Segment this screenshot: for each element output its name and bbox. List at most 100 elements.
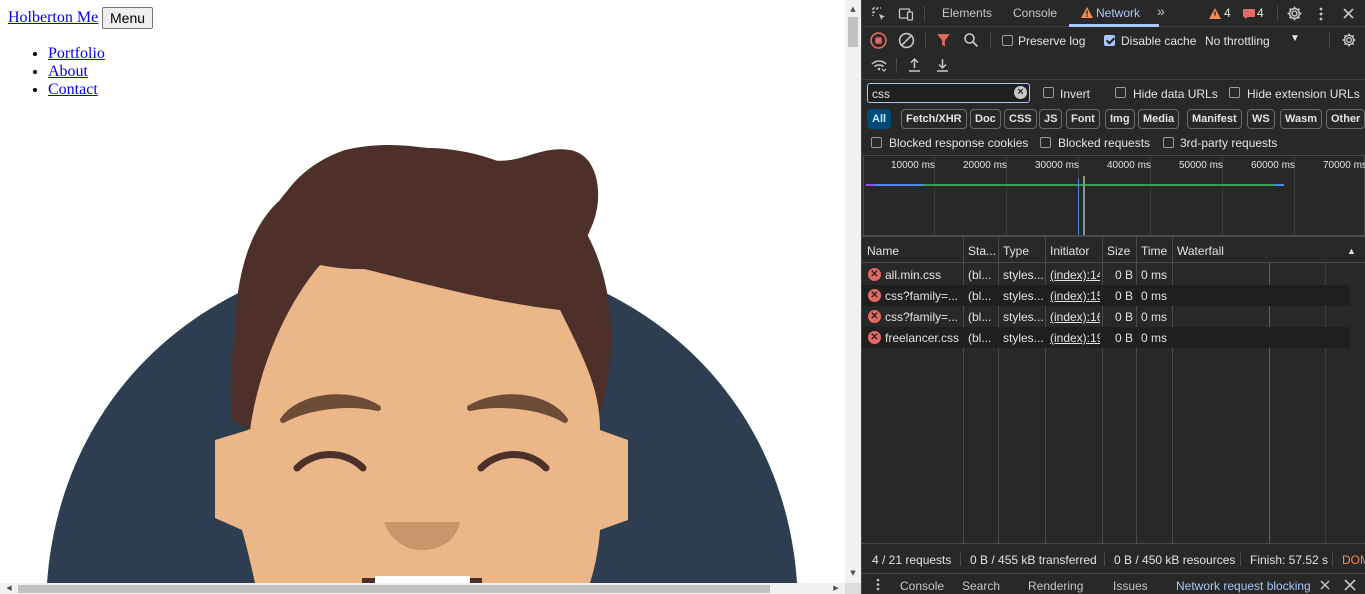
request-status: (bl...: [968, 310, 992, 324]
filter-chip-all[interactable]: All: [867, 109, 892, 129]
blocked-requests-checkbox[interactable]: [1040, 137, 1051, 148]
site-title-link[interactable]: Holberton Me: [8, 9, 98, 27]
network-overview-timeline[interactable]: 10000 ms 20000 ms 30000 ms 40000 ms 5000…: [863, 155, 1365, 236]
nav-link-contact[interactable]: Contact: [48, 81, 98, 98]
error-count: 4: [1257, 6, 1264, 20]
filter-chip-font[interactable]: Font: [1066, 109, 1100, 129]
column-initiator[interactable]: Initiator: [1050, 244, 1089, 258]
filter-chip-other[interactable]: Other: [1326, 109, 1365, 129]
column-status[interactable]: Sta...: [968, 244, 996, 258]
throttling-select[interactable]: No throttling: [1205, 34, 1270, 48]
third-party-requests-checkbox[interactable]: [1163, 137, 1174, 148]
request-initiator-link[interactable]: (index):14: [1050, 268, 1100, 282]
table-row[interactable]: ✕ css?family=... (bl... styles... (index…: [862, 306, 1350, 327]
warning-count-icon[interactable]: [1209, 8, 1221, 19]
network-settings-icon[interactable]: [1341, 32, 1357, 48]
avatar-illustration: [47, 144, 797, 583]
filter-chip-manifest[interactable]: Manifest: [1187, 109, 1242, 129]
request-type: styles...: [1003, 331, 1043, 345]
vertical-scroll-thumb[interactable]: [848, 17, 858, 47]
filter-chip-media[interactable]: Media: [1138, 109, 1180, 129]
active-tab-indicator: [1069, 24, 1159, 27]
nav-link-portfolio[interactable]: Portfolio: [48, 45, 105, 62]
nav-list: Portfolio About Contact: [48, 45, 105, 99]
more-options-icon[interactable]: [1317, 6, 1325, 22]
page-horizontal-scrollbar[interactable]: ◀ ▶: [0, 583, 845, 594]
settings-gear-icon[interactable]: [1286, 5, 1303, 22]
request-error-icon: ✕: [868, 310, 881, 323]
request-initiator-link[interactable]: (index):19: [1050, 331, 1100, 345]
toolbar-divider: [925, 33, 926, 48]
tab-elements[interactable]: Elements: [942, 6, 992, 20]
timeline-tick-label: 40000 ms: [1107, 160, 1151, 171]
drawer-tab-issues[interactable]: Issues: [1113, 579, 1148, 593]
preserve-log-checkbox[interactable]: [1002, 35, 1013, 46]
request-type: styles...: [1003, 289, 1043, 303]
scroll-left-arrow-icon[interactable]: ◀: [2, 583, 16, 594]
table-row[interactable]: ✕ freelancer.css (bl... styles... (index…: [862, 327, 1350, 348]
column-type[interactable]: Type: [1003, 244, 1029, 258]
more-tabs-chevron-icon[interactable]: »: [1157, 3, 1165, 19]
summary-divider: [1104, 552, 1105, 566]
close-drawer-tab-icon[interactable]: [1320, 580, 1330, 590]
menu-button[interactable]: Menu: [102, 7, 154, 29]
sort-ascending-icon[interactable]: ▲: [1347, 246, 1356, 256]
stop-recording-icon[interactable]: [870, 32, 887, 49]
request-initiator-link[interactable]: (index):15: [1050, 289, 1100, 303]
import-har-upload-icon[interactable]: [907, 57, 922, 73]
filter-chip-img[interactable]: Img: [1105, 109, 1135, 129]
close-devtools-icon[interactable]: [1342, 7, 1355, 20]
column-waterfall[interactable]: Waterfall: [1177, 244, 1224, 258]
nav-link-about[interactable]: About: [48, 63, 88, 80]
filter-funnel-icon[interactable]: [936, 33, 951, 48]
horizontal-scroll-thumb[interactable]: [18, 585, 770, 593]
filter-chip-ws[interactable]: WS: [1247, 109, 1275, 129]
filter-chip-wasm[interactable]: Wasm: [1280, 109, 1322, 129]
devtools-drawer-tabbar: Console Search Rendering Issues Network …: [862, 573, 1365, 594]
drawer-tab-search[interactable]: Search: [962, 579, 1000, 593]
column-size[interactable]: Size: [1107, 244, 1130, 258]
error-count-icon[interactable]: [1243, 9, 1255, 19]
table-row[interactable]: ✕ css?family=... (bl... styles... (index…: [862, 285, 1350, 306]
column-time[interactable]: Time: [1141, 244, 1167, 258]
filter-chip-js[interactable]: JS: [1039, 109, 1063, 129]
column-name[interactable]: Name: [867, 244, 899, 258]
blocked-response-cookies-checkbox[interactable]: [871, 137, 882, 148]
filter-chip-doc[interactable]: Doc: [970, 109, 1001, 129]
drawer-tab-console[interactable]: Console: [900, 579, 944, 593]
drawer-tab-network-request-blocking[interactable]: Network request blocking: [1176, 579, 1311, 593]
request-error-icon: ✕: [868, 331, 881, 344]
request-size: 0 B: [1115, 310, 1134, 324]
inspect-element-icon[interactable]: [871, 6, 887, 22]
hide-data-urls-checkbox[interactable]: [1115, 87, 1126, 98]
tab-network[interactable]: Network: [1081, 6, 1140, 20]
hide-extension-urls-checkbox[interactable]: [1229, 87, 1240, 98]
clear-log-icon[interactable]: [898, 32, 915, 49]
tab-console[interactable]: Console: [1013, 6, 1057, 20]
export-har-download-icon[interactable]: [935, 57, 950, 73]
scroll-right-arrow-icon[interactable]: ▶: [829, 583, 843, 594]
disable-cache-checkbox[interactable]: [1104, 35, 1115, 46]
filter-chip-css[interactable]: CSS: [1004, 109, 1037, 129]
network-conditions-wifi-icon[interactable]: [870, 58, 888, 74]
device-toolbar-icon[interactable]: [898, 6, 914, 22]
drawer-tab-rendering[interactable]: Rendering: [1028, 579, 1083, 593]
request-initiator-link[interactable]: (index):16: [1050, 310, 1100, 324]
dom-content-loaded-marker: [1078, 178, 1079, 235]
scroll-up-arrow-icon[interactable]: ▲: [845, 2, 861, 16]
timeline-tick-label: 30000 ms: [1035, 160, 1079, 171]
filter-chip-fetch-xhr[interactable]: Fetch/XHR: [901, 109, 967, 129]
request-time: 0 ms: [1141, 331, 1168, 345]
scrollbar-corner: [845, 583, 861, 594]
request-name: css?family=...: [885, 310, 959, 324]
close-drawer-icon[interactable]: [1344, 579, 1356, 591]
throttling-dropdown-icon[interactable]: ▼: [1290, 33, 1300, 44]
filter-input[interactable]: css: [867, 83, 1030, 103]
clear-filter-icon[interactable]: ×: [1014, 86, 1027, 99]
table-row[interactable]: ✕ all.min.css (bl... styles... (index):1…: [862, 264, 1350, 285]
invert-checkbox[interactable]: [1043, 87, 1054, 98]
drawer-menu-icon[interactable]: [876, 578, 880, 591]
page-vertical-scrollbar[interactable]: ▲ ▼: [845, 0, 861, 583]
search-icon[interactable]: [963, 32, 979, 48]
scroll-down-arrow-icon[interactable]: ▼: [845, 566, 861, 580]
